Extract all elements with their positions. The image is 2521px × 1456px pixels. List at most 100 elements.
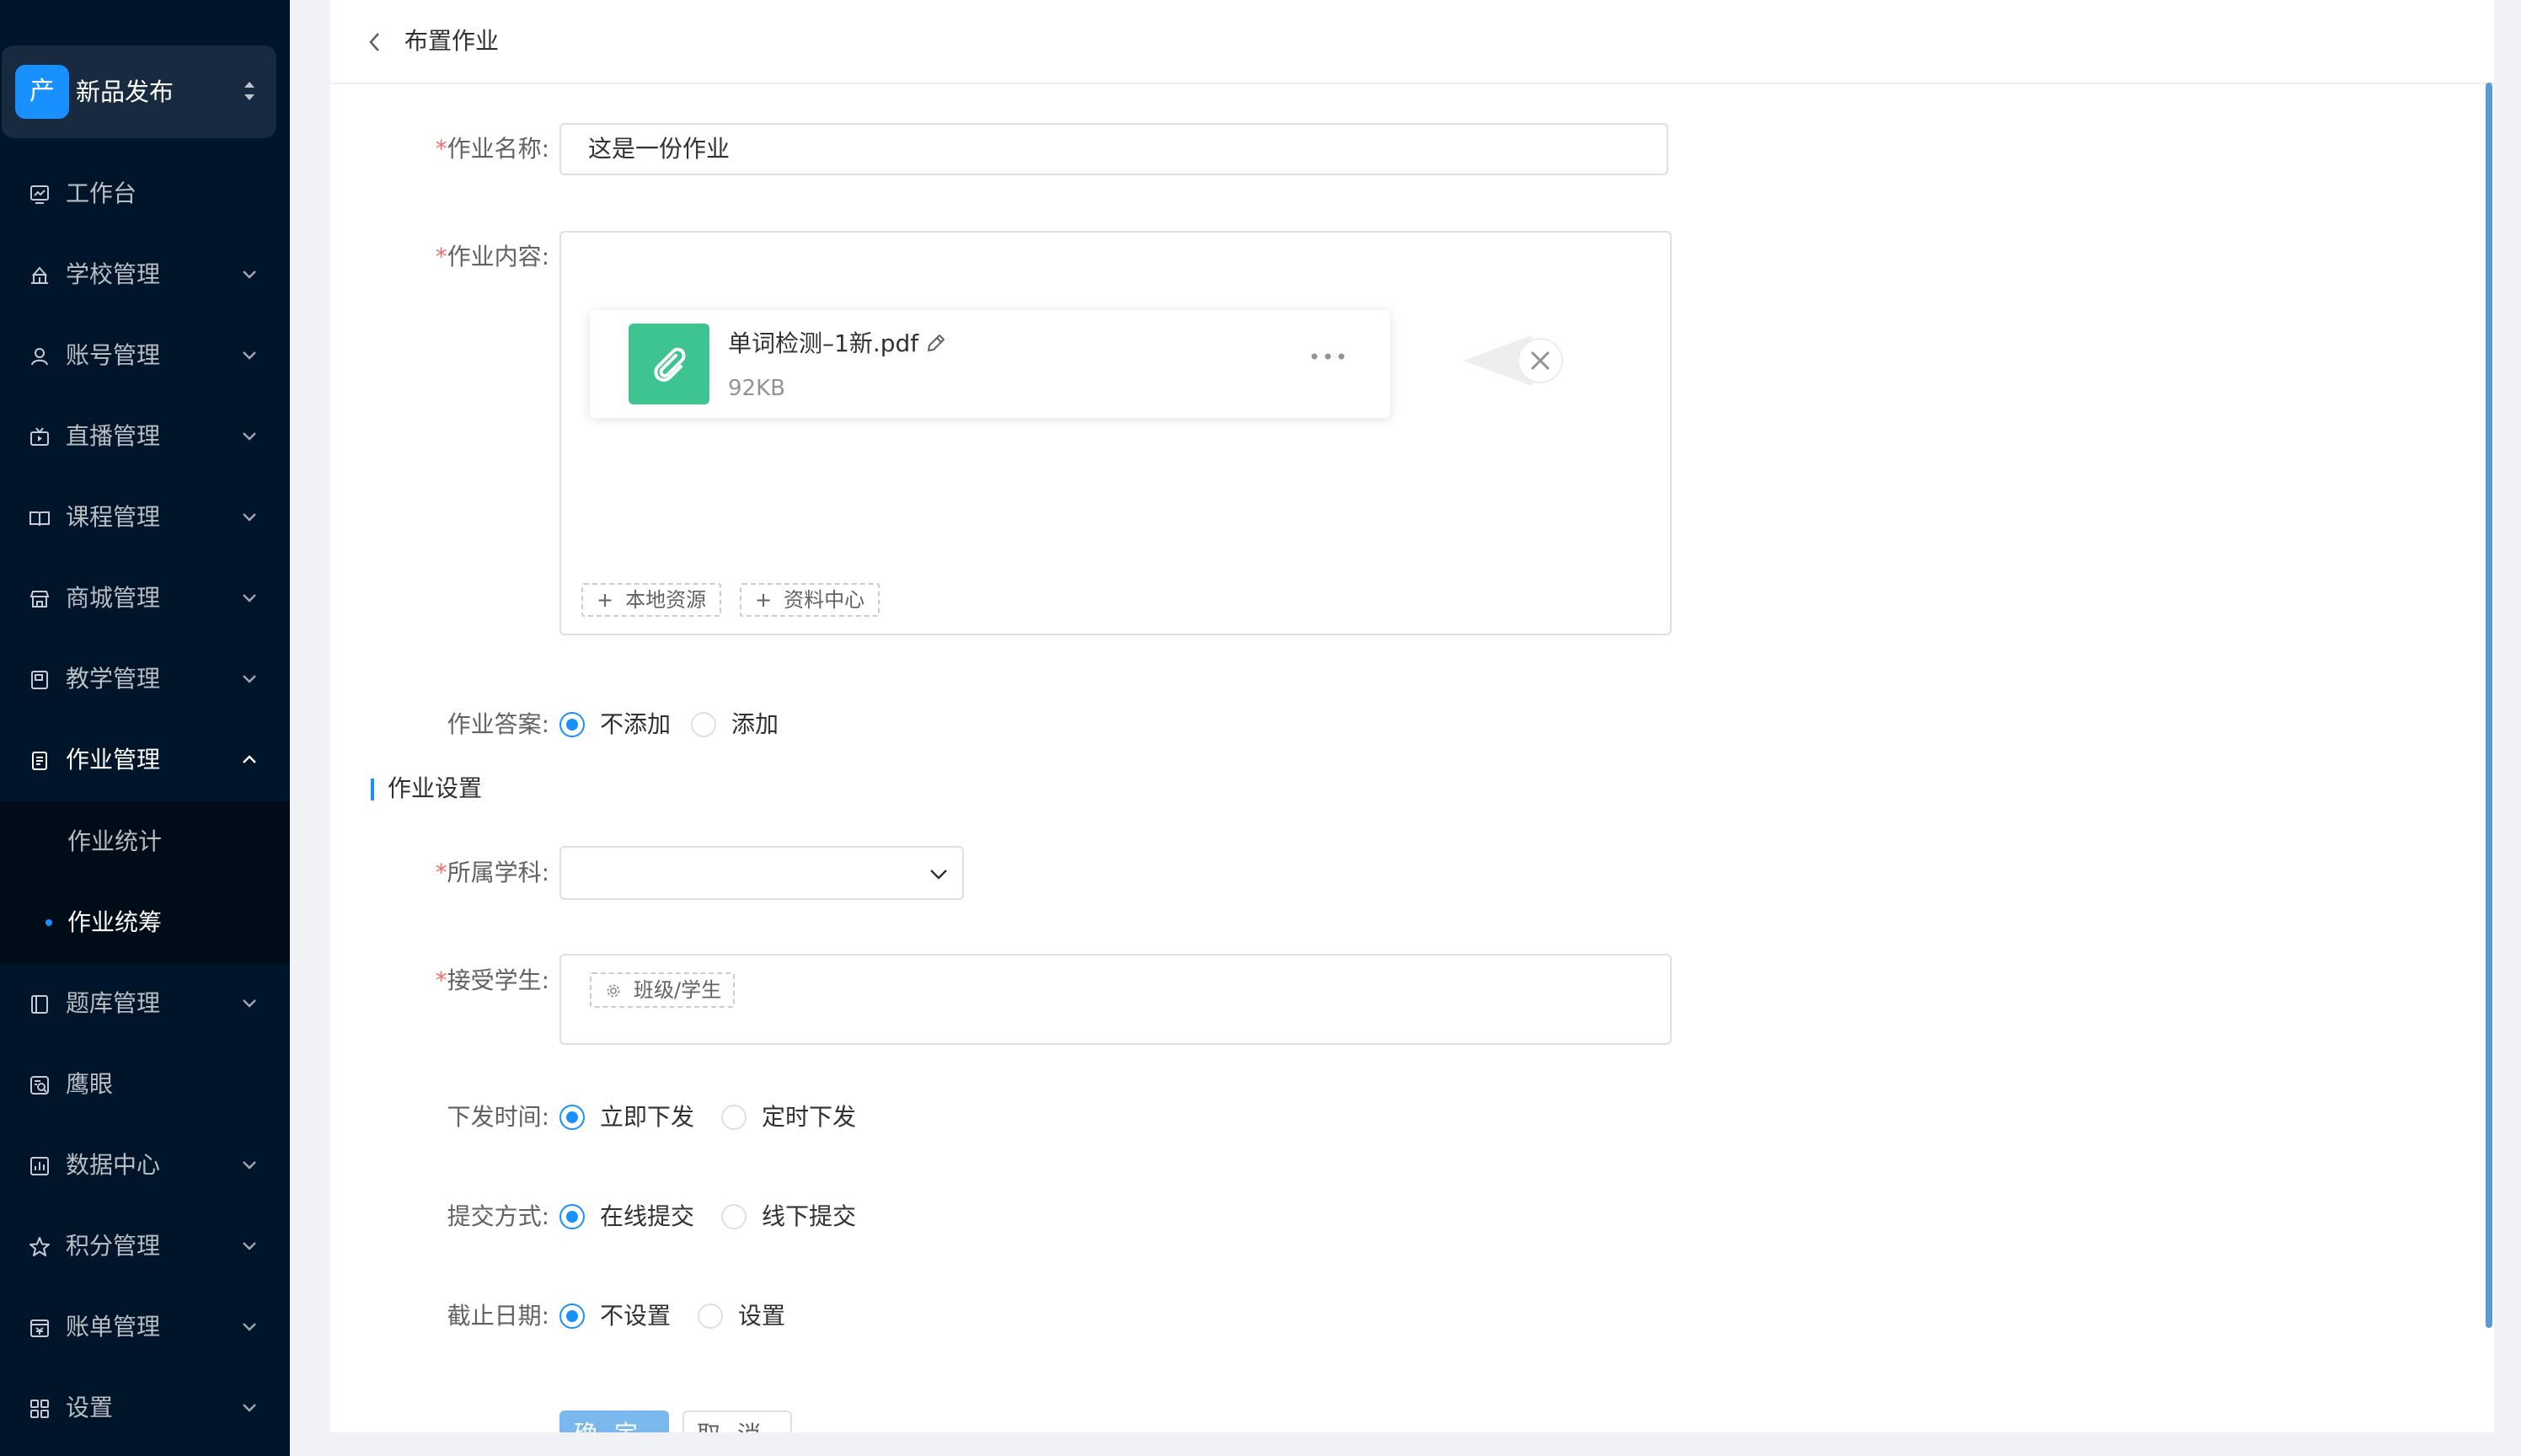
brand-logo: 产 [15, 65, 69, 119]
chevron-up-icon [243, 755, 256, 763]
chevron-down-icon [243, 1323, 256, 1331]
school-icon [31, 266, 48, 284]
sidebar-item-label: 鹰眼 [66, 1070, 114, 1098]
radio-circle [721, 1204, 747, 1229]
chevron-down-icon [930, 870, 947, 880]
students-box: 班级/学生 [559, 954, 1672, 1045]
homework-content-label: *作业内容: [330, 239, 549, 275]
file-type-badge [629, 324, 709, 404]
required-mark: * [435, 243, 447, 270]
required-mark: * [435, 135, 447, 163]
radio-circle [698, 1303, 723, 1329]
submenu-item-label: 作业统筹 [67, 908, 163, 936]
sidebar-item-settings[interactable]: 设置 [0, 1368, 290, 1448]
brand-switcher[interactable]: 产 新品发布 [2, 46, 276, 138]
sidebar-item-live[interactable]: 直播管理 [0, 396, 290, 477]
students-label: *接受学生: [330, 964, 549, 998]
sidebar-item-points[interactable]: 积分管理 [0, 1206, 290, 1287]
sidebar-item-label: 账号管理 [66, 341, 161, 369]
section-accent-bar [371, 779, 374, 800]
sidebar-item-course[interactable]: 课程管理 [0, 477, 290, 558]
publish-time-label: 下发时间: [447, 1103, 549, 1131]
chevron-down-icon [243, 270, 256, 279]
radio-circle [559, 712, 585, 737]
page-title: 布置作业 [404, 27, 500, 55]
required-mark: * [435, 966, 447, 994]
submenu-item-homework-plan[interactable]: 作业统筹 [0, 882, 290, 963]
user-icon [31, 348, 48, 366]
deadline-label: 截止日期: [447, 1302, 549, 1330]
publish-time-radio-group: 立即下发 定时下发 [559, 1101, 913, 1135]
submit-method-radio-group: 在线提交 线下提交 [559, 1201, 913, 1234]
sidebar-item-data-center[interactable]: 数据中心 [0, 1125, 290, 1206]
subject-select[interactable] [559, 846, 964, 900]
sidebar-item-homework[interactable]: 作业管理 [0, 720, 290, 800]
homework-name-label: *作业名称: [330, 131, 549, 167]
homework-answer-label: 作业答案: [447, 710, 549, 738]
sidebar-item-eagle-eye[interactable]: 鹰眼 [0, 1044, 290, 1125]
attachment-file-name: 单词检测–1新.pdf [728, 329, 919, 357]
book-open-icon [29, 511, 50, 527]
vertical-scrollbar[interactable] [2486, 83, 2492, 1328]
submit-method-label: 提交方式: [447, 1202, 549, 1230]
select-class-student-button[interactable]: 班级/学生 [590, 972, 736, 1008]
radio-circle [559, 1105, 585, 1130]
library-label: 资料中心 [784, 588, 865, 612]
sidebar-item-teaching[interactable]: 教学管理 [0, 639, 290, 720]
radio-circle [691, 712, 716, 737]
sidebar-item-billing[interactable]: 账单管理 [0, 1287, 290, 1368]
page-header: 布置作业 [330, 0, 2494, 84]
select-class-student-label: 班级/学生 [634, 978, 722, 1002]
sidebar-item-label: 课程管理 [66, 503, 161, 531]
subject-label: *所属学科: [330, 856, 549, 890]
sort-toggle-icon [244, 82, 254, 100]
local-resource-button[interactable]: + 本地资源 [581, 583, 722, 617]
live-tv-icon [30, 427, 49, 446]
back-arrow-icon[interactable] [367, 30, 383, 54]
answer-radio-group: 不添加 添加 [559, 709, 897, 742]
submenu-item-homework-stats[interactable]: 作业统计 [0, 801, 290, 882]
label-text: 作业内容: [447, 243, 549, 270]
radio-label: 在线提交 [600, 1202, 695, 1230]
confirm-button[interactable]: 确定 [559, 1410, 669, 1432]
chevron-down-icon [243, 1242, 256, 1250]
chevron-down-icon [243, 351, 256, 360]
document-icon [32, 752, 47, 770]
library-button[interactable]: + 资料中心 [740, 583, 880, 617]
chevron-down-icon [243, 513, 256, 522]
sidebar-item-account[interactable]: 账号管理 [0, 315, 290, 396]
sidebar-item-school[interactable]: 学校管理 [0, 234, 290, 315]
chevron-down-icon [243, 675, 256, 683]
radio-label: 不设置 [600, 1302, 672, 1330]
sidebar-item-label: 数据中心 [66, 1151, 161, 1179]
homework-name-input[interactable]: 这是一份作业 [559, 123, 1668, 175]
label-text: 所属学科: [447, 859, 549, 886]
more-options-icon[interactable] [1308, 351, 1348, 362]
sidebar-item-label: 账单管理 [66, 1313, 161, 1341]
gear-icon [607, 984, 620, 998]
radio-label: 添加 [731, 710, 779, 738]
radio-label: 定时下发 [762, 1103, 857, 1131]
sidebar-item-dashboard[interactable]: 工作台 [0, 153, 290, 234]
paperclip-icon [654, 347, 686, 383]
sidebar-item-label: 积分管理 [66, 1232, 161, 1260]
question-bank-icon [31, 995, 48, 1014]
chevron-down-icon [243, 1161, 256, 1170]
chevron-down-icon [243, 432, 256, 441]
label-text: 作业名称: [447, 135, 549, 163]
homework-submenu: 作业统计 作业统筹 [0, 801, 290, 963]
attachment-card[interactable]: 单词检测–1新.pdf 92KB [590, 310, 1390, 418]
notebook-icon [31, 671, 48, 689]
submenu-item-label: 作业统计 [67, 827, 163, 855]
plus-icon: + [597, 588, 614, 612]
bill-icon [30, 1320, 49, 1337]
homework-content-box[interactable]: 单词检测–1新.pdf 92KB + 本地资源 + 资料中心 [559, 231, 1672, 635]
cancel-button[interactable]: 取消 [682, 1410, 792, 1432]
grid-settings-icon [30, 1400, 49, 1418]
pencil-edit-icon[interactable] [923, 330, 949, 356]
sidebar-item-label: 工作台 [66, 179, 137, 207]
section-title: 作业设置 [388, 774, 483, 802]
sidebar-item-question-bank[interactable]: 题库管理 [0, 963, 290, 1044]
sidebar-item-shop[interactable]: 商城管理 [0, 558, 290, 639]
close-icon[interactable] [1454, 327, 1572, 394]
